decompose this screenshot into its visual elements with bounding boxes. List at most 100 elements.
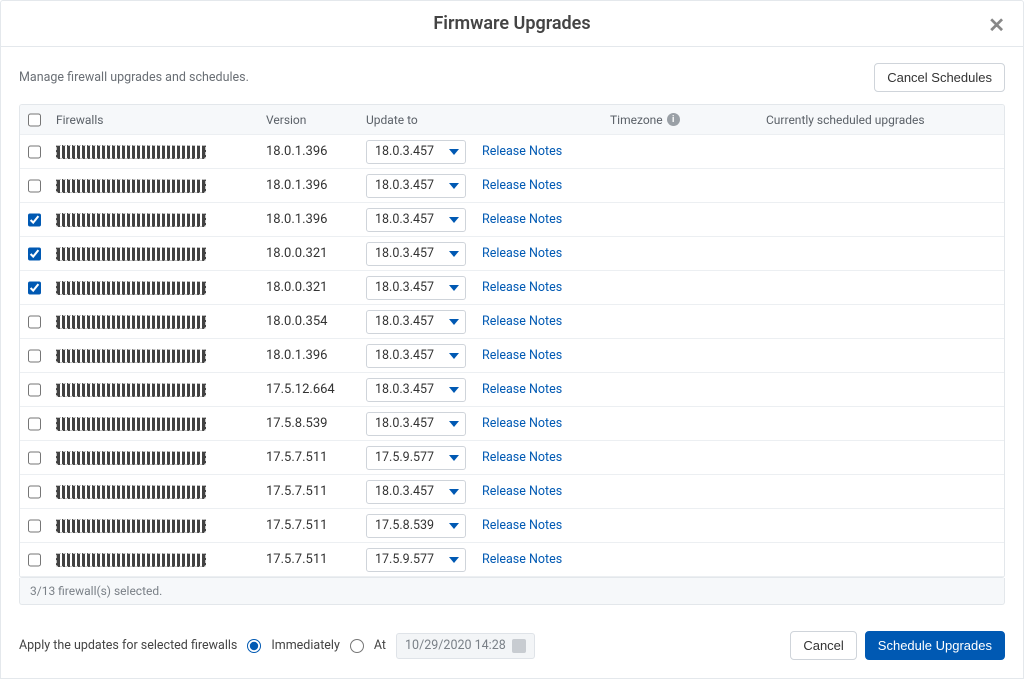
firewall-name bbox=[56, 553, 206, 567]
scheduled-cell bbox=[758, 135, 1004, 168]
release-notes-link[interactable]: Release Notes bbox=[482, 382, 562, 397]
update-to-select[interactable]: 18.0.3.457 bbox=[366, 344, 466, 368]
firewall-name bbox=[56, 519, 206, 533]
row-checkbox[interactable] bbox=[28, 315, 41, 329]
table-row: 18.0.0.321 18.0.3.457 Release Notes bbox=[20, 237, 1004, 271]
row-checkbox[interactable] bbox=[28, 519, 41, 533]
table-row: 17.5.7.51117.5.9.577Release Notes bbox=[20, 543, 1004, 577]
row-checkbox[interactable] bbox=[28, 553, 41, 567]
table-row: 18.0.0.354 18.0.3.457 Release Notes bbox=[20, 305, 1004, 339]
chevron-down-icon bbox=[449, 387, 459, 393]
version-cell: 18.0.0.354 bbox=[258, 305, 358, 338]
release-notes-link[interactable]: Release Notes bbox=[482, 246, 562, 261]
schedule-options: Apply the updates for selected firewalls… bbox=[19, 633, 535, 659]
cancel-button[interactable]: Cancel bbox=[790, 631, 856, 660]
top-row: Manage firewall upgrades and schedules. … bbox=[19, 63, 1005, 92]
version-cell: 18.0.0.321 bbox=[258, 271, 358, 304]
release-notes-link[interactable]: Release Notes bbox=[482, 416, 562, 431]
release-notes-link[interactable]: Release Notes bbox=[482, 212, 562, 227]
col-scheduled: Currently scheduled upgrades bbox=[758, 105, 1004, 134]
row-checkbox[interactable] bbox=[28, 213, 41, 227]
chevron-down-icon bbox=[449, 251, 459, 257]
chevron-down-icon bbox=[449, 149, 459, 155]
timezone-cell bbox=[602, 305, 758, 338]
version-cell: 17.5.7.511 bbox=[258, 509, 358, 542]
chevron-down-icon bbox=[449, 523, 459, 529]
timezone-cell bbox=[602, 373, 758, 406]
radio-immediately[interactable] bbox=[247, 639, 261, 653]
row-checkbox[interactable] bbox=[28, 281, 41, 295]
subtitle: Manage firewall upgrades and schedules. bbox=[19, 70, 249, 85]
release-notes-link[interactable]: Release Notes bbox=[482, 348, 562, 363]
version-cell: 17.5.8.539 bbox=[258, 407, 358, 440]
label-immediately: Immediately bbox=[271, 638, 340, 653]
select-all-checkbox[interactable] bbox=[28, 113, 41, 127]
table-row: 18.0.0.321 18.0.3.457 Release Notes bbox=[20, 271, 1004, 305]
row-checkbox[interactable] bbox=[28, 417, 41, 431]
row-checkbox[interactable] bbox=[28, 145, 41, 159]
update-to-select[interactable]: 18.0.3.457 bbox=[366, 310, 466, 334]
scheduled-cell bbox=[758, 407, 1004, 440]
version-cell: 18.0.0.321 bbox=[258, 237, 358, 270]
version-cell: 18.0.1.396 bbox=[258, 169, 358, 202]
timezone-cell bbox=[602, 203, 758, 236]
version-cell: 17.5.7.511 bbox=[258, 441, 358, 474]
chevron-down-icon bbox=[449, 353, 459, 359]
row-checkbox[interactable] bbox=[28, 383, 41, 397]
chevron-down-icon bbox=[449, 489, 459, 495]
update-to-select[interactable]: 17.5.9.577 bbox=[366, 548, 466, 572]
chevron-down-icon bbox=[449, 421, 459, 427]
release-notes-link[interactable]: Release Notes bbox=[482, 144, 562, 159]
close-icon[interactable]: ✕ bbox=[988, 13, 1005, 37]
label-at: At bbox=[374, 638, 386, 653]
table-row: 17.5.8.539 18.0.3.457 Release Notes bbox=[20, 407, 1004, 441]
row-checkbox[interactable] bbox=[28, 349, 41, 363]
release-notes-link[interactable]: Release Notes bbox=[482, 314, 562, 329]
table-row: 18.0.1.39618.0.3.457Release Notes bbox=[20, 339, 1004, 373]
release-notes-link[interactable]: Release Notes bbox=[482, 178, 562, 193]
update-to-select[interactable]: 18.0.3.457 bbox=[366, 378, 466, 402]
update-to-select[interactable]: 17.5.8.539 bbox=[366, 514, 466, 538]
release-notes-link[interactable]: Release Notes bbox=[482, 280, 562, 295]
update-to-select[interactable]: 18.0.3.457 bbox=[366, 480, 466, 504]
firewall-name bbox=[56, 145, 206, 159]
update-to-select[interactable]: 18.0.3.457 bbox=[366, 276, 466, 300]
release-notes-link[interactable]: Release Notes bbox=[482, 552, 562, 567]
update-to-select[interactable]: 17.5.9.577 bbox=[366, 446, 466, 470]
cancel-schedules-button[interactable]: Cancel Schedules bbox=[874, 63, 1005, 92]
scheduled-cell bbox=[758, 237, 1004, 270]
row-checkbox[interactable] bbox=[28, 451, 41, 465]
row-checkbox[interactable] bbox=[28, 179, 41, 193]
update-to-value: 17.5.9.577 bbox=[375, 450, 434, 465]
chevron-down-icon bbox=[449, 183, 459, 189]
firewall-name bbox=[56, 213, 206, 227]
version-cell: 17.5.7.511 bbox=[258, 475, 358, 508]
update-to-select[interactable]: 18.0.3.457 bbox=[366, 174, 466, 198]
release-notes-link[interactable]: Release Notes bbox=[482, 450, 562, 465]
upgrades-table: Firewalls Version Update to Timezone i C… bbox=[19, 104, 1005, 578]
update-to-value: 18.0.3.457 bbox=[375, 178, 434, 193]
selection-summary: 3/13 firewall(s) selected. bbox=[19, 578, 1005, 605]
scheduled-cell bbox=[758, 203, 1004, 236]
row-checkbox[interactable] bbox=[28, 485, 41, 499]
table-row: 17.5.7.511 18.0.3.457 Release Notes bbox=[20, 475, 1004, 509]
scheduled-cell bbox=[758, 169, 1004, 202]
release-notes-link[interactable]: Release Notes bbox=[482, 484, 562, 499]
firewall-name bbox=[56, 451, 206, 465]
calendar-icon bbox=[512, 639, 526, 653]
scheduled-cell bbox=[758, 441, 1004, 474]
schedule-upgrades-button[interactable]: Schedule Upgrades bbox=[865, 631, 1005, 660]
release-notes-link[interactable]: Release Notes bbox=[482, 518, 562, 533]
update-to-select[interactable]: 18.0.3.457 bbox=[366, 242, 466, 266]
radio-at[interactable] bbox=[350, 639, 364, 653]
modal-title: Firmware Upgrades bbox=[433, 13, 590, 34]
info-icon[interactable]: i bbox=[667, 113, 680, 126]
modal-header: Firmware Upgrades ✕ bbox=[1, 1, 1023, 47]
update-to-select[interactable]: 18.0.3.457 bbox=[366, 208, 466, 232]
update-to-select[interactable]: 18.0.3.457 bbox=[366, 140, 466, 164]
update-to-select[interactable]: 18.0.3.457 bbox=[366, 412, 466, 436]
row-checkbox[interactable] bbox=[28, 247, 41, 261]
datetime-input[interactable]: 10/29/2020 14:28 bbox=[396, 633, 535, 659]
firewall-name bbox=[56, 281, 206, 295]
col-update-to: Update to bbox=[358, 105, 474, 134]
